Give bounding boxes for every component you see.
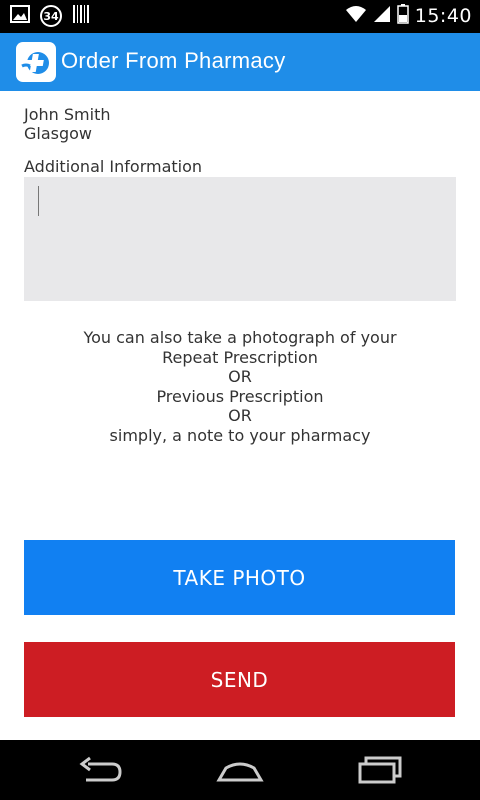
photo-hint: You can also take a photograph of your R… bbox=[0, 328, 480, 445]
home-icon[interactable] bbox=[216, 754, 264, 790]
photo-hint-line: OR bbox=[228, 367, 252, 386]
order-form: John Smith Glasgow Additional Informatio… bbox=[0, 91, 480, 740]
status-clock: 15:40 bbox=[414, 5, 472, 27]
status-system: 15:40 bbox=[345, 4, 472, 28]
photo-hint-line: Repeat Prescription bbox=[162, 347, 318, 367]
notification-count-badge: 34 bbox=[40, 5, 62, 27]
navigation-bar bbox=[0, 740, 480, 800]
image-notification-icon bbox=[10, 5, 30, 27]
customer-name: John Smith bbox=[24, 105, 111, 124]
photo-hint-line: You can also take a photograph of your bbox=[83, 328, 397, 347]
app-title: Order From Pharmacy bbox=[61, 48, 286, 73]
back-icon[interactable] bbox=[78, 754, 122, 790]
wifi-icon bbox=[345, 5, 367, 27]
text-cursor bbox=[38, 186, 39, 216]
status-notifications: 34 bbox=[10, 5, 90, 27]
app-bar: Order From Pharmacy bbox=[0, 33, 480, 91]
take-photo-button[interactable]: TAKE PHOTO bbox=[24, 540, 455, 615]
status-bar: 34 15:40 bbox=[0, 0, 480, 33]
photo-hint-line: Previous Prescription bbox=[156, 386, 324, 406]
customer-city: Glasgow bbox=[24, 124, 93, 143]
pharmacy-cross-icon[interactable] bbox=[16, 42, 56, 82]
additional-info-input[interactable] bbox=[24, 177, 456, 301]
recent-apps-icon[interactable] bbox=[358, 754, 404, 790]
additional-info-label: Additional Information bbox=[24, 157, 203, 176]
send-button[interactable]: SEND bbox=[24, 642, 455, 717]
photo-hint-line: OR bbox=[228, 406, 252, 425]
cell-signal-icon bbox=[373, 5, 391, 27]
barcode-notification-icon bbox=[72, 4, 90, 28]
battery-icon bbox=[396, 4, 409, 28]
photo-hint-line: simply, a note to your pharmacy bbox=[109, 425, 371, 445]
